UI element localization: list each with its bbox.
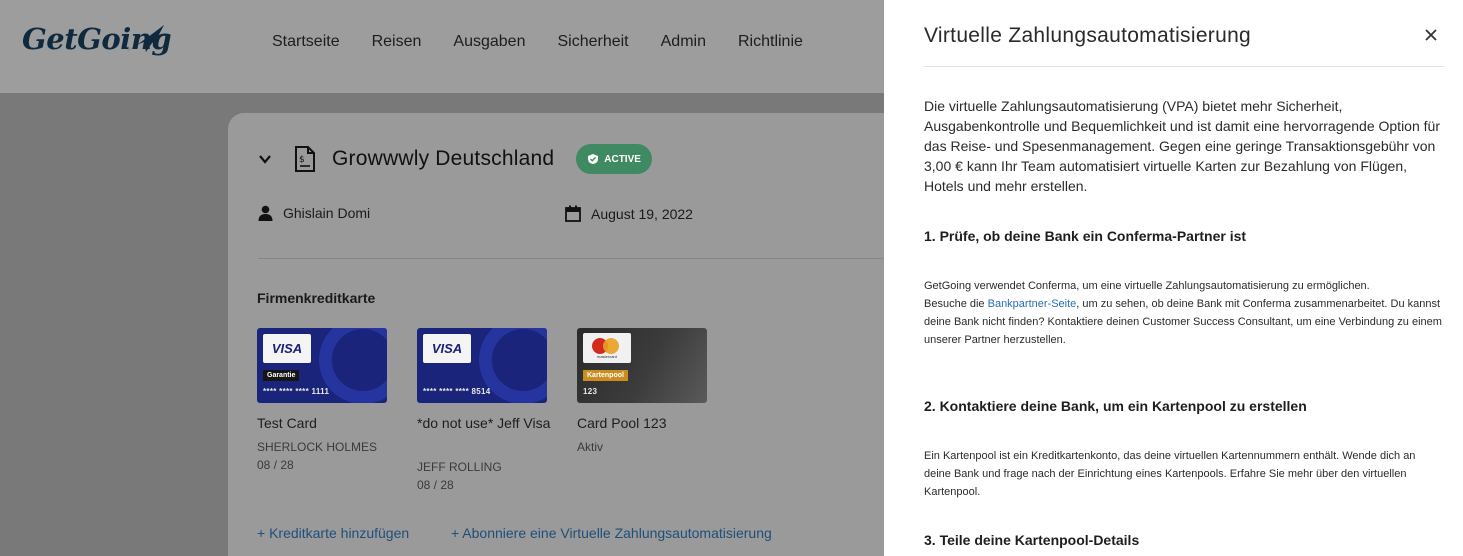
step-1-heading: 1. Prüfe, ob deine Bank ein Conferma-Par… xyxy=(924,228,1247,244)
traveler-info: Ghislain Domi xyxy=(258,205,370,221)
card-guarantee-tag: Garantie xyxy=(263,370,300,381)
card-name: Card Pool 123 xyxy=(577,415,667,431)
corporate-card-section-label: Firmenkreditkarte xyxy=(257,290,376,306)
mastercard-logo: mastercard xyxy=(583,333,631,363)
close-icon[interactable] xyxy=(1423,27,1439,43)
card-name: *do not use* Jeff Visa xyxy=(417,415,551,431)
subscribe-vpa-link[interactable]: + Abonniere eine Virtuelle Zahlungsautom… xyxy=(451,525,772,541)
nav-ausgaben[interactable]: Ausgaben xyxy=(453,31,525,53)
card-name: Test Card xyxy=(257,415,317,431)
card-status: Aktiv xyxy=(577,440,604,454)
status-badge: ACTIVE xyxy=(576,144,652,174)
drawer-divider xyxy=(924,66,1444,67)
step-1-text-b-pre: Besuche die xyxy=(924,298,988,310)
nav-admin[interactable]: Admin xyxy=(661,31,706,53)
vpa-info-drawer: Virtuelle Zahlungsautomatisierung Die vi… xyxy=(884,0,1463,556)
step-1-text: GetGoing verwendet Conferma, um eine vir… xyxy=(924,277,1444,349)
paper-plane-icon xyxy=(126,25,164,52)
credit-card-card-pool[interactable]: mastercard Kartenpool 123 xyxy=(577,328,707,403)
nav-startseite[interactable]: Startseite xyxy=(272,31,340,53)
drawer-intro: Die virtuelle Zahlungsautomatisierung (V… xyxy=(924,98,1440,194)
user-icon xyxy=(258,205,273,221)
add-credit-card-link[interactable]: + Kreditkarte hinzufügen xyxy=(257,525,409,541)
calendar-icon xyxy=(565,205,581,222)
card-number: **** **** **** 1111 xyxy=(263,387,330,396)
step-2-heading: 2. Kontaktiere deine Bank, um ein Karten… xyxy=(924,398,1307,414)
svg-text:$: $ xyxy=(299,155,305,165)
card-number: **** **** **** 8514 xyxy=(423,387,491,396)
card-holder: JEFF ROLLING xyxy=(417,460,502,474)
visa-logo: VISA xyxy=(263,334,311,363)
card-expiry: 08 / 28 xyxy=(417,478,454,492)
status-badge-label: ACTIVE xyxy=(604,153,641,165)
trip-date-info: August 19, 2022 xyxy=(565,205,693,222)
step-1-text-a: GetGoing verwendet Conferma, um eine vir… xyxy=(924,280,1370,292)
chevron-down-icon[interactable] xyxy=(258,152,272,166)
getgoing-logo[interactable]: GetGoing xyxy=(22,20,172,68)
card-holder: SHERLOCK HOLMES xyxy=(257,440,378,454)
visa-logo: VISA xyxy=(423,334,471,363)
trip-title: Growwwly Deutschland xyxy=(332,147,555,170)
document-dollar-icon: $ xyxy=(295,146,315,172)
shield-check-icon xyxy=(588,154,599,164)
nav-reisen[interactable]: Reisen xyxy=(372,31,422,53)
card-pool-tag: Kartenpool xyxy=(583,370,628,381)
main-nav: Startseite Reisen Ausgaben Sicherheit Ad… xyxy=(256,31,819,53)
credit-card-test-card[interactable]: VISA Garantie **** **** **** 1111 xyxy=(257,328,387,403)
card-expiry: 08 / 28 xyxy=(257,458,294,472)
traveler-name: Ghislain Domi xyxy=(283,205,371,221)
bank-partner-link[interactable]: Bankpartner-Seite xyxy=(988,298,1077,310)
trip-date: August 19, 2022 xyxy=(591,205,693,222)
step-2-text: Ein Kartenpool ist ein Kreditkartenkonto… xyxy=(924,450,1416,498)
drawer-title: Virtuelle Zahlungsautomatisierung xyxy=(924,24,1252,47)
trip-header: $ Growwwly Deutschland ACTIVE xyxy=(258,142,652,176)
step-3-heading: 3. Teile deine Kartenpool-Details xyxy=(924,532,1140,548)
nav-sicherheit[interactable]: Sicherheit xyxy=(557,31,628,53)
nav-richtlinie[interactable]: Richtlinie xyxy=(738,31,803,53)
card-number: 123 xyxy=(583,387,598,396)
credit-card-jeff-visa[interactable]: VISA **** **** **** 8514 xyxy=(417,328,547,403)
section-divider xyxy=(258,258,883,259)
